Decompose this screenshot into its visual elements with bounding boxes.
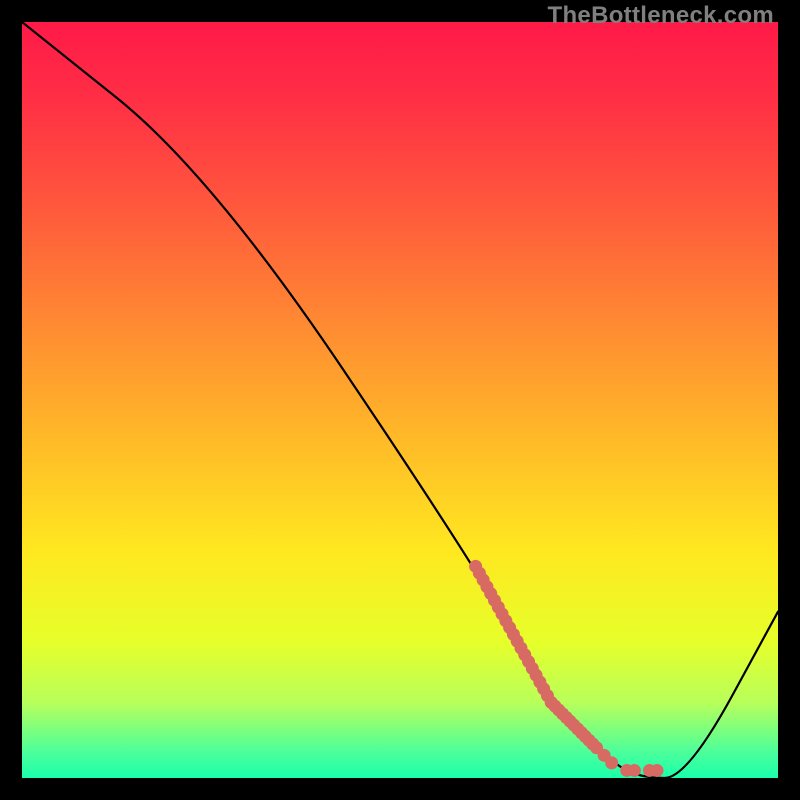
chart-svg [22, 22, 778, 778]
marker-dot [628, 764, 641, 777]
gradient-background [22, 22, 778, 778]
chart-plot [22, 22, 778, 778]
marker-dot [605, 756, 618, 769]
marker-dot [651, 764, 664, 777]
